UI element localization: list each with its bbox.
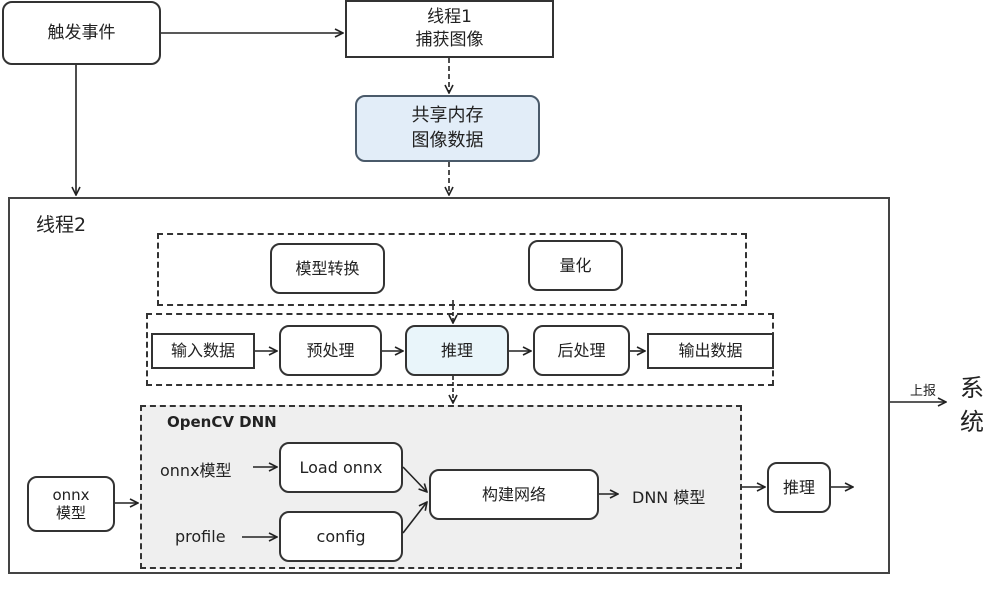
onnx-model-input-node[interactable]: onnx 模型	[27, 476, 115, 532]
capture-image-label: 捕获图像	[415, 30, 484, 50]
thread1-node[interactable]: 线程1 捕获图像	[345, 0, 554, 58]
load-onnx-node[interactable]: Load onnx	[279, 442, 403, 493]
trigger-event-node[interactable]: 触发事件	[2, 1, 161, 65]
trigger-event-label: 触发事件	[47, 22, 116, 43]
onnx-label: onnx	[52, 486, 90, 504]
model-convert-node[interactable]: 模型转换	[270, 243, 385, 294]
build-network-node[interactable]: 构建网络	[429, 469, 599, 520]
preprocess-node[interactable]: 预处理	[279, 325, 382, 376]
model-label: 模型	[55, 504, 86, 522]
onnx-model-text: onnx模型	[160, 461, 232, 480]
opencv-dnn-title: OpenCV DNN	[167, 413, 277, 431]
build-network-label: 构建网络	[481, 484, 546, 504]
shared-memory-label: 共享内存	[411, 105, 484, 127]
model-convert-label: 模型转换	[295, 258, 360, 278]
report-label: 上报	[910, 384, 937, 399]
output-data-label: 输出数据	[678, 341, 743, 361]
system-label-1: 系	[960, 374, 984, 402]
postprocess-label: 后处理	[557, 340, 606, 360]
system-label-2: 统	[960, 408, 984, 436]
thread1-label: 线程1	[427, 7, 472, 28]
quantize-node[interactable]: 量化	[528, 240, 623, 291]
load-onnx-label: Load onnx	[299, 457, 383, 477]
profile-text: profile	[175, 527, 226, 546]
model-prep-group	[157, 233, 747, 306]
thread2-title: 线程2	[36, 214, 87, 236]
dnn-model-text: DNN 模型	[632, 488, 706, 507]
quantize-label: 量化	[559, 255, 592, 275]
inference-label: 推理	[440, 340, 473, 360]
config-node[interactable]: config	[279, 511, 403, 562]
inference2-label: 推理	[782, 477, 815, 497]
image-data-label: 图像数据	[411, 129, 484, 151]
config-label: config	[316, 526, 366, 546]
inference-node[interactable]: 推理	[405, 325, 509, 376]
postprocess-node[interactable]: 后处理	[533, 325, 630, 376]
input-data-node[interactable]: 输入数据	[151, 333, 255, 369]
shared-memory-node[interactable]: 共享内存 图像数据	[355, 95, 540, 162]
input-data-label: 输入数据	[170, 341, 235, 361]
output-data-node[interactable]: 输出数据	[647, 333, 774, 369]
preprocess-label: 预处理	[306, 340, 355, 360]
inference2-node[interactable]: 推理	[767, 462, 831, 513]
